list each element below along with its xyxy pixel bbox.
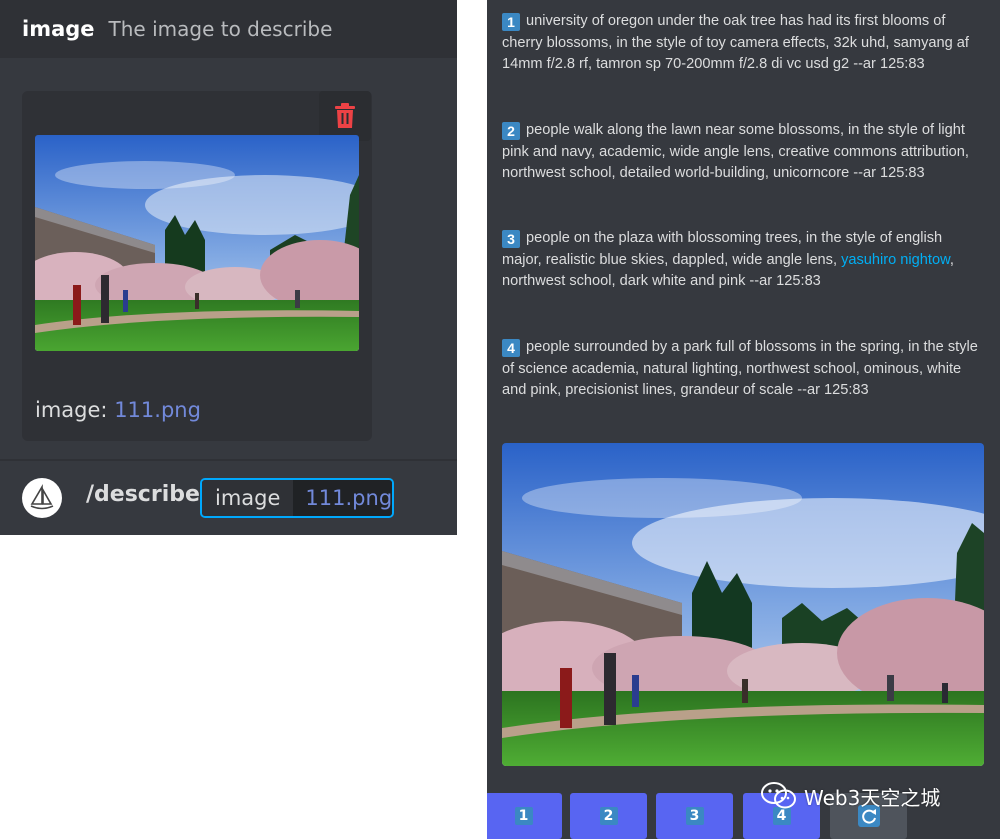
command-parameter-pill[interactable]: image 111.png	[200, 478, 394, 518]
number-badge: 4	[502, 339, 520, 357]
attachment-photo	[35, 135, 359, 351]
attachment-filename: 111.png	[114, 398, 201, 422]
select-button-2[interactable]: 2	[570, 793, 647, 839]
artist-link[interactable]: yasuhiro nightow	[841, 252, 950, 268]
sailboat-icon	[30, 484, 54, 510]
description-item: 2 people walk along the lawn near some bl…	[502, 120, 984, 185]
description-text: people walk along the lawn near some blo…	[502, 122, 969, 182]
describe-result-message: 1 university of oregon under the oak tree…	[487, 0, 1000, 839]
parameter-key: image	[202, 480, 294, 516]
number-badge: 3	[502, 230, 520, 248]
number-badge: 1	[502, 13, 520, 31]
command-name: /describe	[86, 482, 200, 507]
divider	[0, 459, 457, 461]
description-item: 3 people on the plaza with blossoming tre…	[502, 228, 984, 293]
parameter-value: 111.png	[293, 480, 392, 516]
description-text: people surrounded by a park full of blos…	[502, 339, 978, 399]
attachment-caption: image: 111.png	[35, 398, 201, 422]
attachment-caption-key: image:	[35, 398, 108, 422]
button-label: 3	[685, 807, 704, 825]
number-badge: 2	[502, 122, 520, 140]
attachment-card: image: 111.png	[22, 91, 372, 441]
result-photo[interactable]	[502, 443, 984, 766]
description-text: university of oregon under the oak tree …	[502, 13, 969, 73]
select-button-1[interactable]: 1	[487, 793, 562, 839]
option-description: The image to describe	[108, 17, 333, 41]
select-button-3[interactable]: 3	[656, 793, 733, 839]
description-item: 4 people surrounded by a park full of blo…	[502, 337, 984, 402]
option-header: image The image to describe	[0, 0, 457, 58]
bot-avatar	[22, 478, 62, 518]
description-item: 1 university of oregon under the oak tree…	[502, 11, 984, 76]
command-option-panel: image The image to describe image: 111.p…	[0, 0, 457, 535]
button-label: 2	[599, 807, 618, 825]
watermark-text: Web3天空之城	[804, 785, 941, 810]
trash-icon	[335, 103, 355, 128]
option-name: image	[22, 17, 95, 41]
wechat-icon	[761, 782, 796, 809]
delete-attachment-button[interactable]	[319, 91, 371, 141]
button-label: 1	[514, 807, 533, 825]
watermark: Web3天空之城	[760, 781, 940, 811]
